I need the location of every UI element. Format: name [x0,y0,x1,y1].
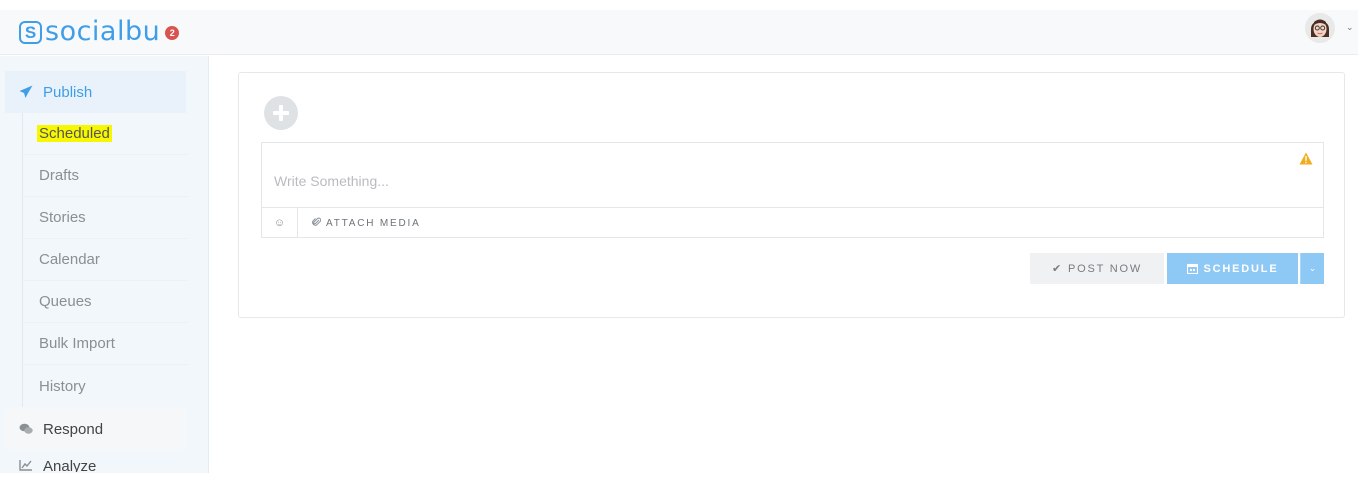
emoji-button[interactable]: ☺ [262,208,298,238]
sidebar-item-calendar[interactable]: Calendar [23,239,188,281]
sidebar-item-label: Publish [43,83,93,101]
sidebar-item-stories[interactable]: Stories [23,197,188,239]
post-now-label: POST NOW [1067,262,1143,275]
attach-media-label: ATTACH MEDIA [326,217,421,229]
plus-circle-icon [264,96,298,130]
composer-toolbar: ☺ ATTACH MEDIA [262,207,1323,238]
sidebar-item-label: Analyze [43,458,97,472]
sidebar-item-respond[interactable]: Respond [5,408,186,450]
publish-submenu: Scheduled Drafts Stories Calendar Queues… [22,113,188,407]
user-menu-caret-icon[interactable]: ⌄ [1346,22,1354,33]
sidebar-item-label: Drafts [39,167,80,184]
calendar-icon [1186,263,1198,274]
composer-box: ☺ ATTACH MEDIA [261,142,1324,238]
schedule-button[interactable]: SCHEDULE [1167,253,1298,284]
notification-badge[interactable]: 2 [165,26,180,40]
sidebar-item-drafts[interactable]: Drafts [23,155,188,197]
line-chart-icon [19,458,33,472]
sidebar-item-label: Scheduled [37,125,112,142]
sidebar-item-publish[interactable]: Publish [5,71,186,113]
add-account-button[interactable] [264,96,298,130]
logo[interactable]: S socialbu 2 [19,16,180,47]
comments-icon [19,422,33,436]
post-now-button[interactable]: ✔ POST NOW [1030,253,1164,284]
post-composer-card: ☺ ATTACH MEDIA ✔ POST NOW SCHEDULE ⌄ [238,72,1345,318]
sidebar-item-bulk-import[interactable]: Bulk Import [23,323,188,365]
user-avatar[interactable] [1305,13,1335,43]
sidebar-item-label: Calendar [39,251,100,268]
top-navbar: S socialbu 2 ⌄ [0,10,1358,55]
paper-plane-icon [19,85,33,99]
sidebar-item-label: Respond [43,420,104,438]
sidebar-item-label: History [39,377,86,395]
sidebar-item-label: Bulk Import [39,335,115,352]
check-icon: ✔ [1051,263,1063,275]
sidebar-item-queues[interactable]: Queues [23,281,188,323]
sidebar-item-analyze[interactable]: Analyze [5,452,186,472]
schedule-options-dropdown[interactable]: ⌄ [1300,253,1324,284]
warning-icon[interactable] [1299,152,1313,165]
post-content-input[interactable] [262,143,1323,207]
chevron-down-icon: ⌄ [1308,263,1317,273]
attach-media-button[interactable]: ATTACH MEDIA [312,217,421,230]
schedule-label: SCHEDULE [1203,262,1279,275]
sidebar-item-label: Stories [39,209,86,226]
smile-icon: ☺ [273,217,286,229]
paperclip-icon [312,217,322,230]
sidebar-item-scheduled[interactable]: Scheduled [23,113,188,155]
logo-wordmark: socialbu [45,16,161,47]
sidebar: Publish Scheduled Drafts Stories Calenda… [0,56,209,473]
sidebar-item-label: Queues [39,293,92,310]
logo-mark-icon: S [19,20,42,44]
sidebar-item-history[interactable]: History [23,365,188,407]
